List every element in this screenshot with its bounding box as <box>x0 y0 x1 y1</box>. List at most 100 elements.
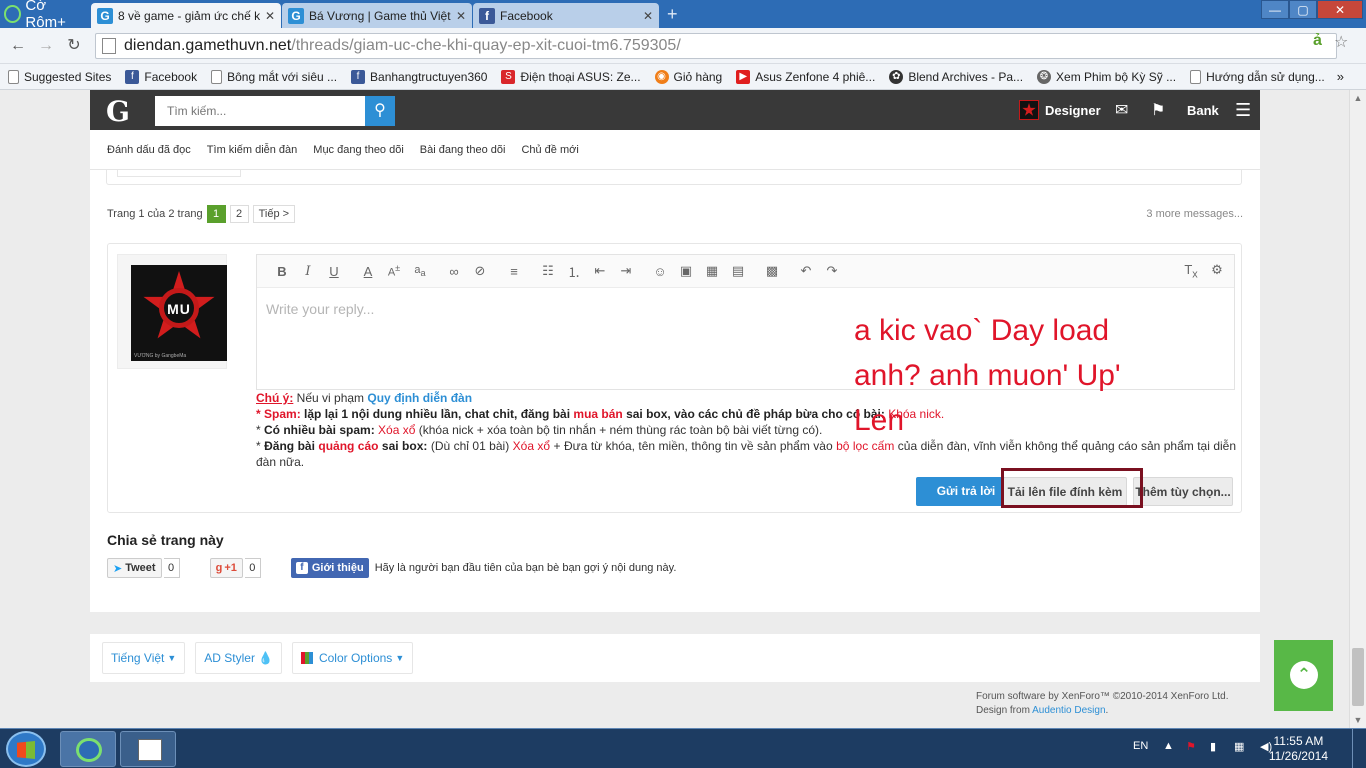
start-button[interactable] <box>6 731 46 767</box>
italic-icon[interactable]: I <box>295 264 321 279</box>
unlink-icon[interactable]: ⊘ <box>467 263 493 279</box>
youtube-icon: ▶ <box>736 69 751 84</box>
back-arrow-icon[interactable]: ← <box>8 36 28 56</box>
reload-icon[interactable]: ↻ <box>64 36 84 56</box>
tab-gamethuvn-thread[interactable]: G 8 về game - giảm ức chế k ✕ <box>91 3 281 29</box>
bookmark-xem-phim[interactable]: ❂ Xem Phim bộ Kỳ Sỹ ... <box>1037 69 1176 84</box>
maximize-window-button[interactable]: ▢ <box>1289 0 1317 19</box>
tab-facebook[interactable]: f Facebook ✕ <box>473 3 659 28</box>
search-input[interactable] <box>155 96 365 126</box>
tab-ba-vuong[interactable]: G Bá Vương | Game thủ Việt ✕ <box>282 3 472 28</box>
bullet-list-icon[interactable]: ☷ <box>535 263 561 279</box>
browser-brand[interactable]: Cờ Rôm+ <box>0 0 88 31</box>
close-tab-icon[interactable]: ✕ <box>265 9 275 23</box>
scrollbar-thumb[interactable] <box>1352 648 1364 706</box>
show-desktop-button[interactable] <box>1352 729 1366 768</box>
bookmark-facebook[interactable]: f Facebook <box>125 69 197 84</box>
windows-taskbar: EN ▲ ⚑ ▮ ▦ ◀) 11:55 AM 11/26/2014 <box>0 728 1366 768</box>
close-tab-icon[interactable]: ✕ <box>643 9 653 23</box>
bookmark-huong-dan[interactable]: Hướng dẫn sử dụng... <box>1190 69 1325 84</box>
tray-power-icon[interactable]: ▮ <box>1210 740 1216 753</box>
text-color-icon[interactable]: A <box>355 264 381 279</box>
forward-arrow-icon[interactable]: → <box>36 36 56 56</box>
gamethuvn-favicon-icon: G <box>288 7 304 24</box>
subnav-new-threads[interactable]: Chủ đề mới <box>521 144 578 156</box>
font-size-icon[interactable]: A± <box>381 263 407 279</box>
back-to-top-button[interactable]: ⌃ <box>1274 640 1333 711</box>
numbered-list-icon[interactable]: ⒈ <box>561 262 587 281</box>
system-clock[interactable]: 11:55 AM 11/26/2014 <box>1269 734 1328 764</box>
alerts-flag-icon[interactable]: ⚑ <box>1151 90 1165 130</box>
toggle-bbcode-icon[interactable]: ⚙ <box>1204 262 1230 281</box>
undo-icon[interactable]: ↶ <box>793 263 819 279</box>
page-scrollbar[interactable]: ▲ ▼ <box>1349 90 1366 728</box>
align-icon[interactable]: ≡ <box>501 264 527 279</box>
audentio-link[interactable]: Audentio Design <box>1032 705 1105 716</box>
new-tab-button[interactable]: + <box>667 5 689 23</box>
forum-rules-link[interactable]: Quy định diễn đàn <box>367 391 472 405</box>
subnav-watched-threads[interactable]: Bài đang theo dõi <box>420 144 506 156</box>
bookmark-banhangtructuyen[interactable]: f Banhangtructuyen360 <box>351 69 487 84</box>
bank-link[interactable]: Bank <box>1187 90 1219 130</box>
taskbar-coccoc-browser[interactable] <box>60 731 116 767</box>
page-2-button[interactable]: 2 <box>229 205 249 223</box>
color-options-chooser[interactable]: Color Options ▼ <box>291 642 414 674</box>
underline-icon[interactable]: U <box>321 264 347 279</box>
language-indicator[interactable]: EN <box>1133 740 1148 752</box>
minimize-window-button[interactable]: — <box>1261 0 1289 19</box>
close-window-button[interactable]: ✕ <box>1317 0 1363 19</box>
media-icon[interactable]: ▦ <box>699 263 725 279</box>
taskbar-explorer[interactable] <box>120 731 176 767</box>
redo-icon[interactable]: ↷ <box>819 263 845 279</box>
bookmark-star-icon[interactable]: ☆ <box>1334 32 1348 52</box>
link-icon[interactable]: ∞ <box>441 264 467 279</box>
more-messages-link[interactable]: 3 more messages... <box>1146 208 1243 220</box>
bookmark-asus-phone[interactable]: S Điện thoại ASUS: Ze... <box>501 69 641 84</box>
image-icon[interactable]: ▣ <box>673 263 699 279</box>
close-tab-icon[interactable]: ✕ <box>456 9 466 23</box>
user-menu[interactable]: Designer <box>1019 90 1101 130</box>
address-bar[interactable]: diendan.gamethuvn.net/threads/giam-uc-ch… <box>95 33 1337 59</box>
rule-label: Đăng bài <box>264 439 319 453</box>
scroll-up-arrow-icon[interactable]: ▲ <box>1350 90 1366 106</box>
bookmark-blend-archives[interactable]: ✿ Blend Archives - Pa... <box>889 69 1023 84</box>
smiley-icon[interactable]: ☺ <box>647 264 673 279</box>
search-button[interactable]: ⚲ <box>365 96 395 126</box>
action-center-flag-icon[interactable]: ⚑ <box>1186 740 1196 753</box>
save-draft-icon[interactable]: ▩ <box>759 263 785 279</box>
more-options-button[interactable]: Thêm tùy chọn... <box>1133 477 1233 506</box>
palette-icon <box>300 652 313 664</box>
bookmark-asus-zenfone[interactable]: ▶ Asus Zenfone 4 phiê... <box>736 69 875 84</box>
bookmark-suggested-sites[interactable]: Suggested Sites <box>8 69 111 84</box>
subnav-mark-read[interactable]: Đánh dấu đã đọc <box>107 144 191 156</box>
subnav-watched-forums[interactable]: Mục đang theo dõi <box>313 144 404 156</box>
indent-icon[interactable]: ⇥ <box>613 263 639 279</box>
bookmark-gio-hang[interactable]: ◉ Giỏ hàng <box>654 69 722 84</box>
quote-icon[interactable]: ▤ <box>725 263 751 279</box>
subnav-search-forums[interactable]: Tìm kiếm diễn đàn <box>207 144 297 156</box>
hamburger-menu-icon[interactable]: ☰ <box>1235 90 1251 130</box>
tray-expand-icon[interactable]: ▲ <box>1163 740 1174 752</box>
bold-icon[interactable]: B <box>269 264 295 279</box>
font-family-icon[interactable]: aa <box>407 264 433 278</box>
network-icon[interactable]: ▦ <box>1234 740 1244 753</box>
extension-icon[interactable]: ả <box>1313 32 1322 50</box>
avatar[interactable]: MU VƯƠNG by GangbeMa <box>131 265 227 361</box>
inbox-envelope-icon[interactable]: ✉ <box>1115 90 1128 130</box>
facebook-recommend-button[interactable]: f Giới thiệu <box>290 558 369 578</box>
next-page-button[interactable]: Tiếp > <box>252 205 296 223</box>
remove-format-icon[interactable]: Tx <box>1178 262 1204 281</box>
style-chooser[interactable]: AD Styler 💧 <box>195 642 282 674</box>
forum-logo[interactable]: G <box>106 95 130 128</box>
language-chooser[interactable]: Tiếng Việt ▼ <box>102 642 186 674</box>
tweet-button[interactable]: ➤ Tweet <box>107 558 162 578</box>
bookmarks-overflow-button[interactable]: » <box>1337 69 1344 84</box>
gplus-button[interactable]: g +1 <box>209 558 243 578</box>
bookmark-bong-mat[interactable]: Bông mắt với siêu ... <box>211 69 337 84</box>
user-avatar <box>1019 100 1039 120</box>
scroll-down-arrow-icon[interactable]: ▼ <box>1350 712 1366 728</box>
facebook-favicon-icon: f <box>479 7 495 24</box>
page-1-button[interactable]: 1 <box>206 205 226 223</box>
annotation-line: anh? anh muon' Up' <box>854 359 1121 392</box>
outdent-icon[interactable]: ⇤ <box>587 263 613 279</box>
